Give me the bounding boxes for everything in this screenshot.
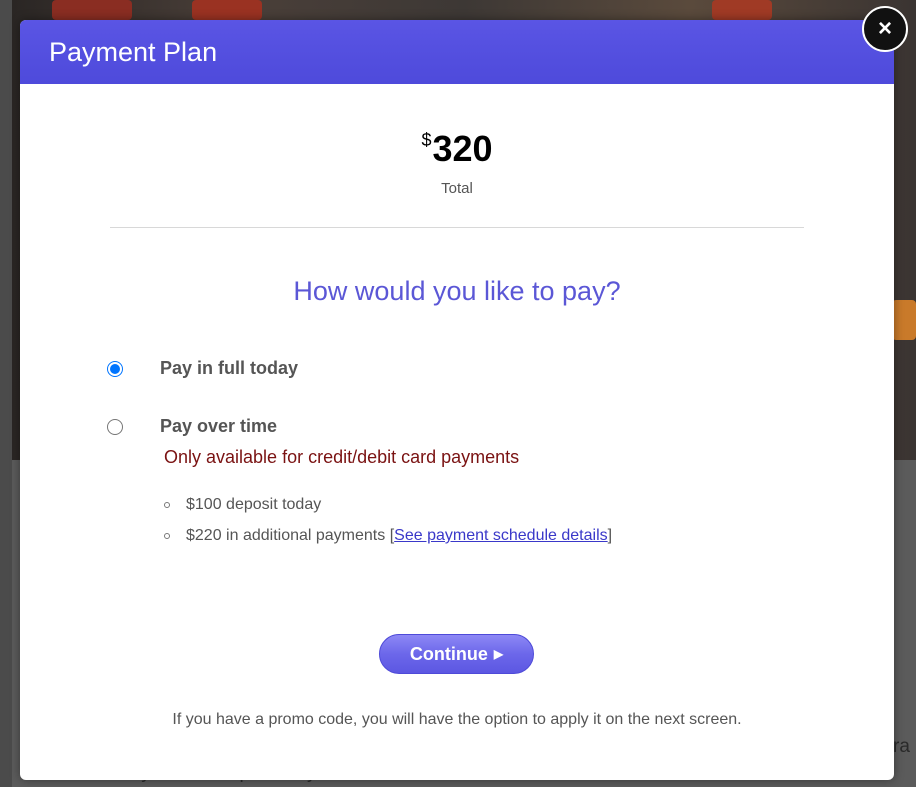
continue-button[interactable]: Continue ▶	[379, 634, 534, 674]
pay-in-full-radio[interactable]	[107, 361, 123, 377]
play-arrow-icon: ▶	[493, 647, 504, 661]
pay-over-time-label[interactable]: Pay over time	[160, 416, 277, 437]
payment-options: Pay in full today Pay over time Only ava…	[20, 355, 894, 563]
payment-schedule-link[interactable]: See payment schedule details	[394, 527, 607, 544]
background-text-fragment: ra	[893, 736, 910, 757]
option-pay-in-full[interactable]: Pay in full today	[20, 355, 894, 413]
continue-label: Continue	[409, 643, 488, 664]
bullet-icon	[164, 502, 170, 508]
list-item: $100 deposit today	[164, 496, 612, 527]
promo-code-note: If you have a promo code, you will have …	[172, 711, 742, 728]
close-button[interactable]: ×	[862, 6, 908, 52]
total-label: Total	[441, 180, 473, 197]
link-bracket-close: ]	[607, 527, 613, 544]
total-amount: $ 320	[421, 128, 492, 170]
pay-over-time-radio[interactable]	[107, 419, 123, 435]
total-block: $ 320 Total	[20, 128, 894, 197]
additional-payments-detail: $220 in additional payments	[186, 527, 386, 544]
bullet-icon	[164, 533, 170, 539]
pay-in-full-label[interactable]: Pay in full today	[160, 358, 298, 379]
close-icon: ×	[877, 15, 892, 42]
deposit-detail: $100 deposit today	[186, 496, 322, 513]
card-only-note: Only available for credit/debit card pay…	[164, 447, 520, 467]
list-item: $220 in additional payments [See payment…	[164, 527, 613, 558]
option-pay-over-time[interactable]: Pay over time Only available for credit/…	[20, 413, 894, 563]
currency-symbol: $	[421, 130, 432, 150]
amount-value: 320	[432, 128, 493, 169]
payment-question: How would you like to pay?	[293, 276, 621, 306]
modal-title: Payment Plan	[49, 36, 218, 67]
payment-details-list: $100 deposit today $220 in additional pa…	[164, 496, 613, 558]
modal-header: Payment Plan	[20, 20, 894, 84]
payment-plan-modal: Payment Plan $ 320 Total How would you l…	[20, 20, 894, 780]
divider	[110, 227, 804, 228]
